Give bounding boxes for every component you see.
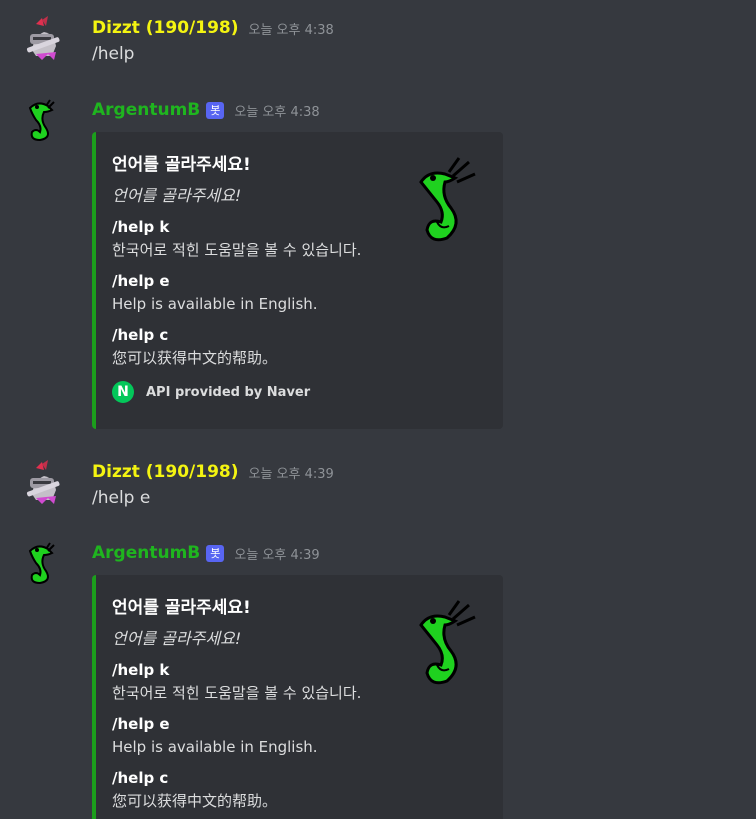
embed-field-value: 您可以获得中文的帮助。 [112,349,278,367]
embed-field-name: /help c [112,326,169,344]
message-header: Dizzt (190/198) 오늘 오후 4:39 [92,460,334,484]
green-dragon-avatar-icon [28,99,55,142]
embed-footer: N API provided by Naver [112,380,487,404]
embed-field-value: 您可以获得中文的帮助。 [112,792,278,810]
message-header: Dizzt (190/198) 오늘 오후 4:38 [92,16,334,40]
message-content: /help e [92,488,151,508]
timestamp: 오늘 오후 4:38 [234,104,320,120]
naver-logo-icon: N [112,381,134,403]
embed-footer-text: API provided by Naver [146,384,311,400]
bot-avatar[interactable] [22,541,66,585]
timestamp: 오늘 오후 4:39 [234,547,320,563]
timestamp: 오늘 오후 4:38 [248,22,334,38]
embed-thumbnail[interactable] [415,152,481,248]
embed: 언어를 골라주세요! 언어를 골라주세요! /help k 한국어로 적힌 도움… [92,575,503,819]
embed-field-name: /help e [112,272,170,290]
message-header: ArgentumB 봇 오늘 오후 4:39 [92,541,320,565]
embed-field-value: Help is available in English. [112,295,318,313]
knight-avatar-icon [26,460,60,504]
embed-field-value: Help is available in English. [112,738,318,756]
embed-field: /help c 您可以获得中文的帮助。 [112,767,487,813]
bot-avatar[interactable] [22,98,66,142]
message-content: /help [92,44,135,64]
message-header: ArgentumB 봇 오늘 오후 4:38 [92,98,320,122]
user-avatar[interactable] [22,460,66,504]
bot-badge: 봇 [206,544,225,562]
green-dragon-thumbnail-icon [419,157,476,242]
chat-message-list: Dizzt (190/198) 오늘 오후 4:38 /help Argentu… [0,0,756,819]
username[interactable]: Dizzt (190/198) [92,462,239,482]
username[interactable]: ArgentumB [92,100,200,120]
username[interactable]: Dizzt (190/198) [92,18,239,38]
knight-avatar-icon [26,16,60,60]
embed-field: /help e Help is available in English. [112,713,487,759]
timestamp: 오늘 오후 4:39 [248,466,334,482]
user-avatar[interactable] [22,16,66,60]
bot-badge: 봇 [206,101,225,119]
embed-field-name: /help e [112,715,170,733]
green-dragon-thumbnail-icon [419,600,476,685]
username[interactable]: ArgentumB [92,543,200,563]
embed-field-name: /help c [112,769,169,787]
embed-field: /help e Help is available in English. [112,270,487,316]
embed-thumbnail[interactable] [415,595,481,691]
embed-field: /help c 您可以获得中文的帮助。 [112,324,487,370]
green-dragon-avatar-icon [28,542,55,585]
embed: 언어를 골라주세요! 언어를 골라주세요! /help k 한국어로 적힌 도움… [92,132,503,429]
